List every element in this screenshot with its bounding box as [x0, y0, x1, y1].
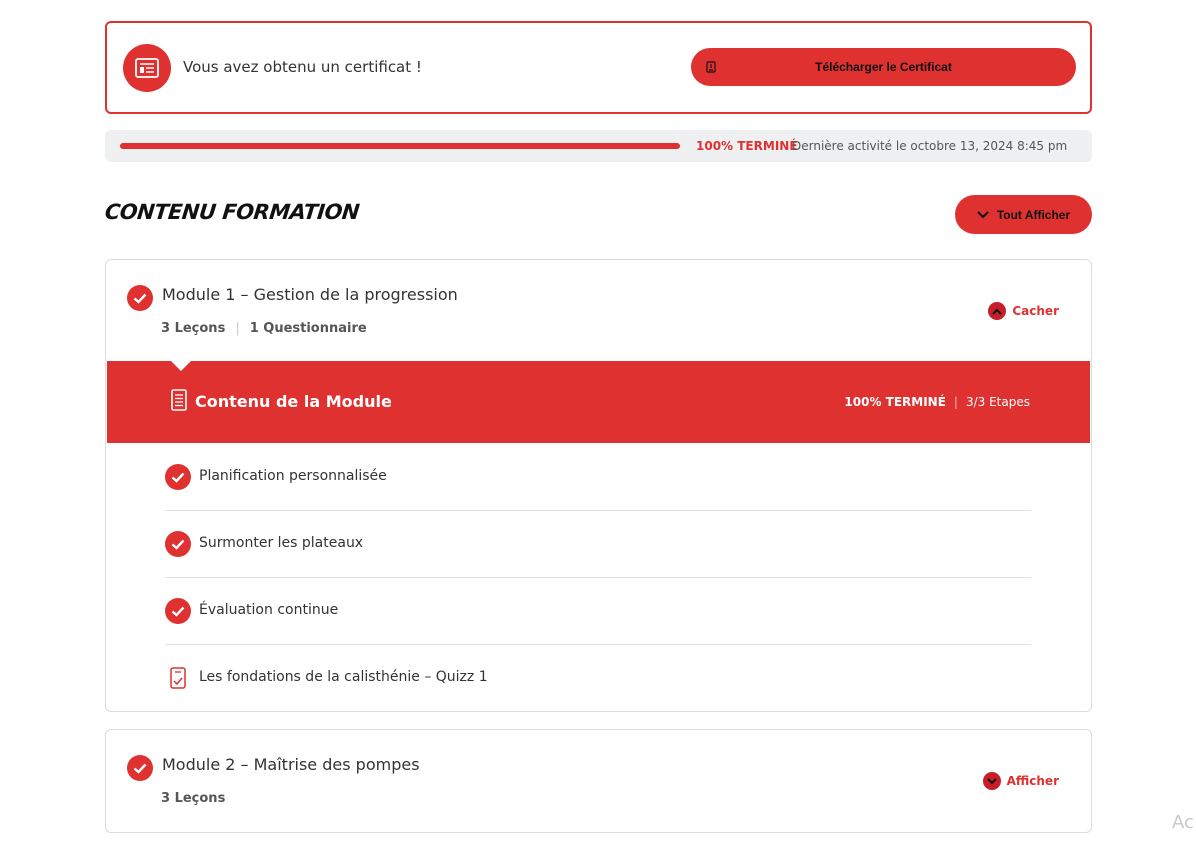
- content-steps: 3/3 Etapes: [965, 395, 1030, 409]
- module-card: Module 1 – Gestion de la progression 3 L…: [105, 259, 1092, 712]
- collapse-module-button[interactable]: Cacher: [988, 302, 1059, 320]
- check-icon: [127, 285, 153, 311]
- lessons-count: 3 Leçons: [161, 791, 226, 806]
- quiz-icon: [170, 667, 186, 689]
- expand-all-button[interactable]: Tout Afficher: [955, 195, 1092, 234]
- lesson-label: Planification personnalisée: [199, 468, 387, 484]
- module-content-header: Contenu de la Module 100% TERMINÉ | 3/3 Et…: [107, 361, 1090, 443]
- lesson-item[interactable]: Planification personnalisée: [165, 443, 1031, 511]
- corner-text: Ac: [1172, 812, 1194, 833]
- last-activity: Dernière activité le octobre 13, 2024 8:…: [792, 139, 1068, 153]
- lesson-item[interactable]: Surmonter les plateaux: [165, 510, 1031, 578]
- collapse-label: Cacher: [1012, 304, 1059, 318]
- download-icon: [706, 61, 716, 73]
- expand-label: Afficher: [1006, 774, 1059, 788]
- chevron-down-icon: [982, 772, 1001, 790]
- section-title: CONTENU FORMATION: [103, 200, 361, 224]
- quiz-count: 1 Questionnaire: [249, 321, 367, 336]
- certificate-icon: [123, 44, 171, 92]
- module-meta: 3 Leçons: [161, 791, 225, 806]
- progress-bar-fill: [120, 143, 680, 149]
- expand-module-button[interactable]: Afficher: [982, 772, 1059, 790]
- check-icon: [127, 755, 153, 781]
- quiz-item[interactable]: Les fondations de la calisthénie – Quizz…: [165, 644, 1031, 711]
- lessons-count: 3 Leçons: [161, 321, 226, 336]
- lesson-label: Surmonter les plateaux: [199, 535, 364, 551]
- progress-status: 100% TERMINÉ: [696, 139, 798, 153]
- chevron-down-icon: [977, 210, 989, 218]
- module-title[interactable]: Module 2 – Maîtrise des pompes: [162, 755, 420, 774]
- module-meta: 3 Leçons | 1 Questionnaire: [161, 321, 367, 336]
- module-title[interactable]: Module 1 – Gestion de la progression: [162, 285, 458, 304]
- content-title: Contenu de la Module: [195, 392, 392, 411]
- lesson-item[interactable]: Évaluation continue: [165, 577, 1031, 645]
- download-certificate-label: Télécharger le Certificat: [815, 60, 952, 74]
- content-percent: 100% TERMINÉ: [844, 395, 946, 409]
- chevron-up-icon: [988, 302, 1007, 320]
- check-icon: [165, 464, 191, 490]
- module-card: Module 2 – Maîtrise des pompes 3 Leçons …: [105, 729, 1092, 833]
- certificate-banner: Vous avez obtenu un certificat ! Télécha…: [105, 21, 1092, 114]
- course-progress: 100% TERMINÉ Dernière activité le octobr…: [105, 130, 1092, 162]
- check-icon: [165, 598, 191, 624]
- check-icon: [165, 531, 191, 557]
- content-status: 100% TERMINÉ | 3/3 Etapes: [844, 395, 1030, 409]
- expand-all-label: Tout Afficher: [996, 207, 1071, 222]
- notch: [171, 361, 191, 371]
- quiz-label: Les fondations de la calisthénie – Quizz…: [199, 669, 488, 685]
- document-icon: [171, 389, 187, 411]
- download-certificate-button[interactable]: Télécharger le Certificat: [691, 48, 1076, 86]
- lesson-label: Évaluation continue: [199, 602, 339, 618]
- progress-bar: [120, 143, 680, 149]
- certificate-message: Vous avez obtenu un certificat !: [183, 58, 422, 76]
